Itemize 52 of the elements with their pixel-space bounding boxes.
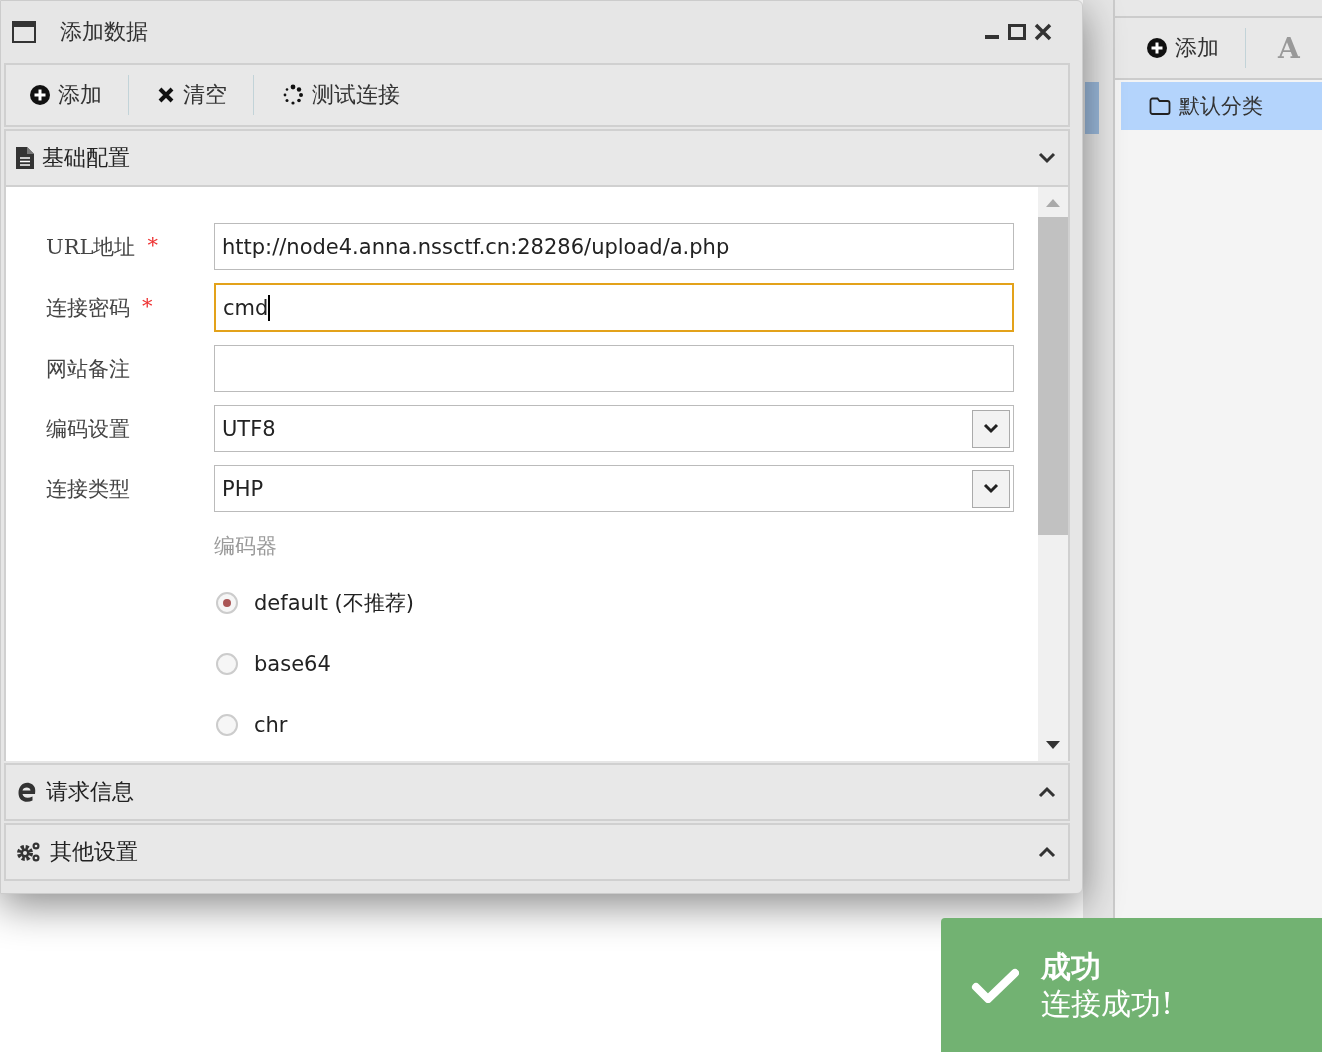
radio-button[interactable] (216, 713, 238, 736)
dropdown-button[interactable] (972, 409, 1010, 448)
section-header[interactable]: 基础配置 (4, 129, 1070, 187)
close-icon[interactable] (1034, 23, 1052, 41)
maximize-icon[interactable] (1008, 24, 1026, 40)
plus-circle-icon (30, 85, 50, 105)
section-title: 请求信息 (46, 778, 134, 806)
tree-item[interactable]: 默认分类 (1121, 82, 1322, 130)
radio-button[interactable] (216, 591, 238, 614)
input-field[interactable] (214, 345, 1014, 392)
required-mark: * (147, 232, 158, 259)
window-title: 添加数据 (60, 18, 148, 46)
chevron-icon (983, 483, 999, 494)
group-label: 编码器 (214, 533, 278, 560)
toast-title: 成功 (1041, 947, 1102, 985)
dropdown-field[interactable]: UTF8 (214, 405, 1014, 452)
section-header[interactable]: 请求信息 (4, 763, 1070, 821)
radio-label: default (不推荐) (254, 589, 414, 617)
close-icon (157, 86, 175, 104)
scrollbar[interactable] (1038, 187, 1068, 761)
input-field[interactable]: cmd (214, 283, 1014, 332)
field-label: 网站备注 (46, 355, 130, 383)
radio-label: base64 (254, 651, 331, 676)
plus-circle-icon (1147, 38, 1167, 58)
folder-icon (1149, 97, 1171, 115)
scroll-down-icon[interactable] (1046, 741, 1060, 749)
section-title: 其他设置 (50, 838, 138, 866)
spinner-icon (282, 84, 304, 106)
toolbar-button[interactable]: 测试连接 (278, 80, 426, 110)
input-field[interactable]: http://node4.anna.nssctf.cn:28286/upload/a.php (214, 223, 1014, 270)
radio-label: chr (254, 712, 288, 737)
selection-highlight (1085, 82, 1099, 134)
document-icon (16, 147, 34, 169)
field-label: 连接类型 (46, 475, 130, 503)
required-mark: * (142, 293, 153, 320)
toolbar-button[interactable]: 清空 (153, 80, 253, 110)
dropdown-button[interactable] (972, 469, 1010, 508)
radio-button[interactable] (216, 652, 238, 675)
chevron-icon (983, 423, 999, 434)
field-label: 连接密码 (46, 294, 130, 322)
toast-message: 连接成功! (1041, 985, 1174, 1023)
field-label: 编码设置 (46, 415, 130, 443)
field-label: URL地址 (46, 233, 136, 261)
section-header[interactable]: 其他设置 (4, 823, 1070, 881)
gears-icon (16, 841, 42, 863)
toolbar-button[interactable]: 添加 (26, 80, 128, 110)
toolbar-button[interactable]: 添加 (1143, 33, 1245, 63)
e-letter-icon (16, 781, 38, 803)
dropdown-field[interactable]: PHP (214, 465, 1014, 512)
section-title: 基础配置 (42, 144, 130, 172)
window-icon (12, 21, 36, 43)
checkmark-icon (971, 967, 1019, 1003)
